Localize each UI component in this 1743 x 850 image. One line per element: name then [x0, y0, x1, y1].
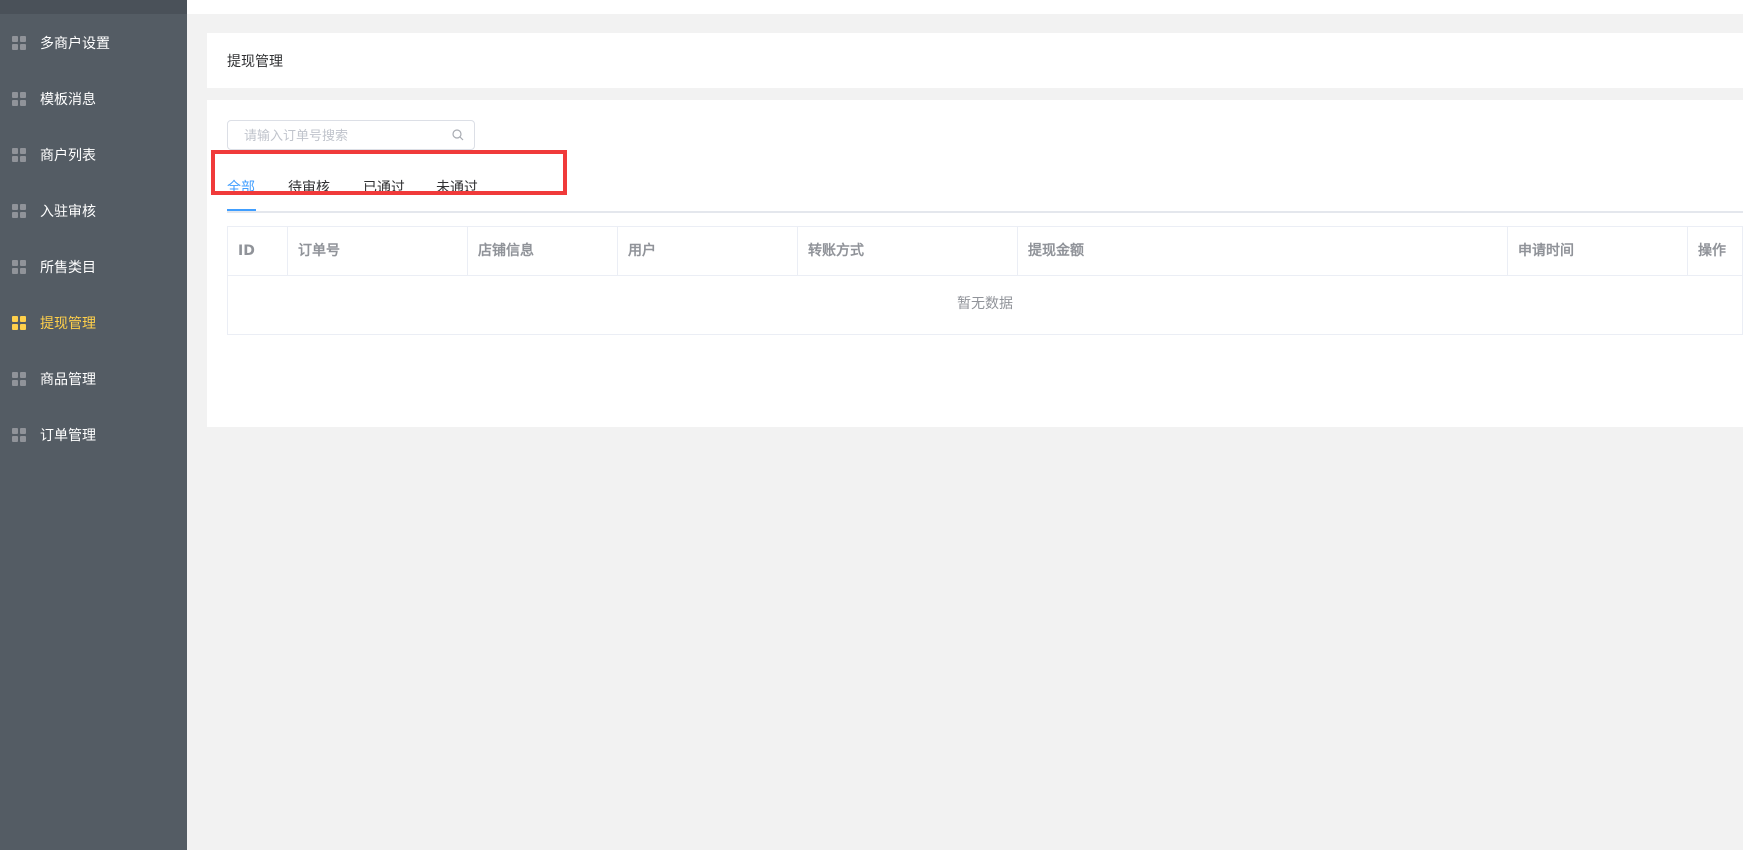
column-header-apply-time: 申请时间 [1508, 227, 1688, 275]
content-panel: 全部 待审核 已通过 未通过 ID 订单号 店铺信息 用户 转账方式 提现金额 … [207, 100, 1743, 427]
active-tab-indicator [227, 209, 256, 211]
column-header-amount: 提现金额 [1018, 227, 1508, 275]
sidebar-item-label: 入驻审核 [40, 204, 96, 220]
sidebar-item-label: 所售类目 [40, 260, 96, 276]
grid-icon [12, 372, 26, 386]
tab-approved[interactable]: 已通过 [363, 176, 405, 211]
main-content: 提现管理 全部 待审核 已通过 未通过 ID 订单号 店铺信息 用户 转账方式 [187, 0, 1743, 850]
top-bar [187, 0, 1743, 14]
withdrawal-table: ID 订单号 店铺信息 用户 转账方式 提现金额 申请时间 操作 暂无数据 [227, 226, 1743, 335]
sidebar-item-label: 模板消息 [40, 92, 96, 108]
sidebar-item-categories[interactable]: 所售类目 [0, 239, 187, 295]
status-tabs: 全部 待审核 已通过 未通过 [211, 150, 1743, 213]
column-header-transfer-method: 转账方式 [798, 227, 1018, 275]
sidebar-item-orders[interactable]: 订单管理 [0, 407, 187, 463]
sidebar-item-label: 提现管理 [40, 316, 96, 332]
column-header-id: ID [228, 227, 288, 275]
page-title: 提现管理 [227, 53, 283, 70]
column-header-store-info: 店铺信息 [468, 227, 618, 275]
tab-all[interactable]: 全部 [227, 176, 255, 211]
grid-icon [12, 92, 26, 106]
grid-icon [12, 204, 26, 218]
tab-rejected[interactable]: 未通过 [436, 176, 478, 211]
sidebar-item-label: 商户列表 [40, 148, 96, 164]
grid-icon [12, 148, 26, 162]
sidebar-item-onboarding-review[interactable]: 入驻审核 [0, 183, 187, 239]
sidebar-item-label: 商品管理 [40, 372, 96, 388]
sidebar-header [0, 0, 187, 14]
grid-icon [12, 428, 26, 442]
grid-icon [12, 316, 26, 330]
page-header: 提现管理 [207, 33, 1743, 88]
search-input[interactable] [242, 121, 446, 151]
grid-icon [12, 260, 26, 274]
sidebar-item-withdrawals[interactable]: 提现管理 [0, 295, 187, 351]
column-header-actions: 操作 [1698, 243, 1726, 259]
search-box [227, 120, 475, 151]
table-header: ID 订单号 店铺信息 用户 转账方式 提现金额 申请时间 操作 [228, 227, 1742, 276]
table-empty-text: 暂无数据 [957, 296, 1013, 312]
sidebar-item-merchant-list[interactable]: 商户列表 [0, 127, 187, 183]
sidebar-item-label: 多商户设置 [40, 36, 110, 52]
search-icon[interactable] [452, 129, 464, 141]
column-header-user: 用户 [618, 227, 798, 275]
column-header-order-no: 订单号 [288, 227, 468, 275]
sidebar-item-template-messages[interactable]: 模板消息 [0, 71, 187, 127]
sidebar-menu: 多商户设置 模板消息 商户列表 入驻审核 所售类目 提现管理 商品管理 订单管理 [0, 15, 187, 463]
sidebar-item-products[interactable]: 商品管理 [0, 351, 187, 407]
grid-icon [12, 36, 26, 50]
tab-pending[interactable]: 待审核 [288, 176, 330, 211]
sidebar: 多商户设置 模板消息 商户列表 入驻审核 所售类目 提现管理 商品管理 订单管理 [0, 0, 187, 850]
sidebar-item-label: 订单管理 [40, 428, 96, 444]
sidebar-item-merchant-settings[interactable]: 多商户设置 [0, 15, 187, 71]
